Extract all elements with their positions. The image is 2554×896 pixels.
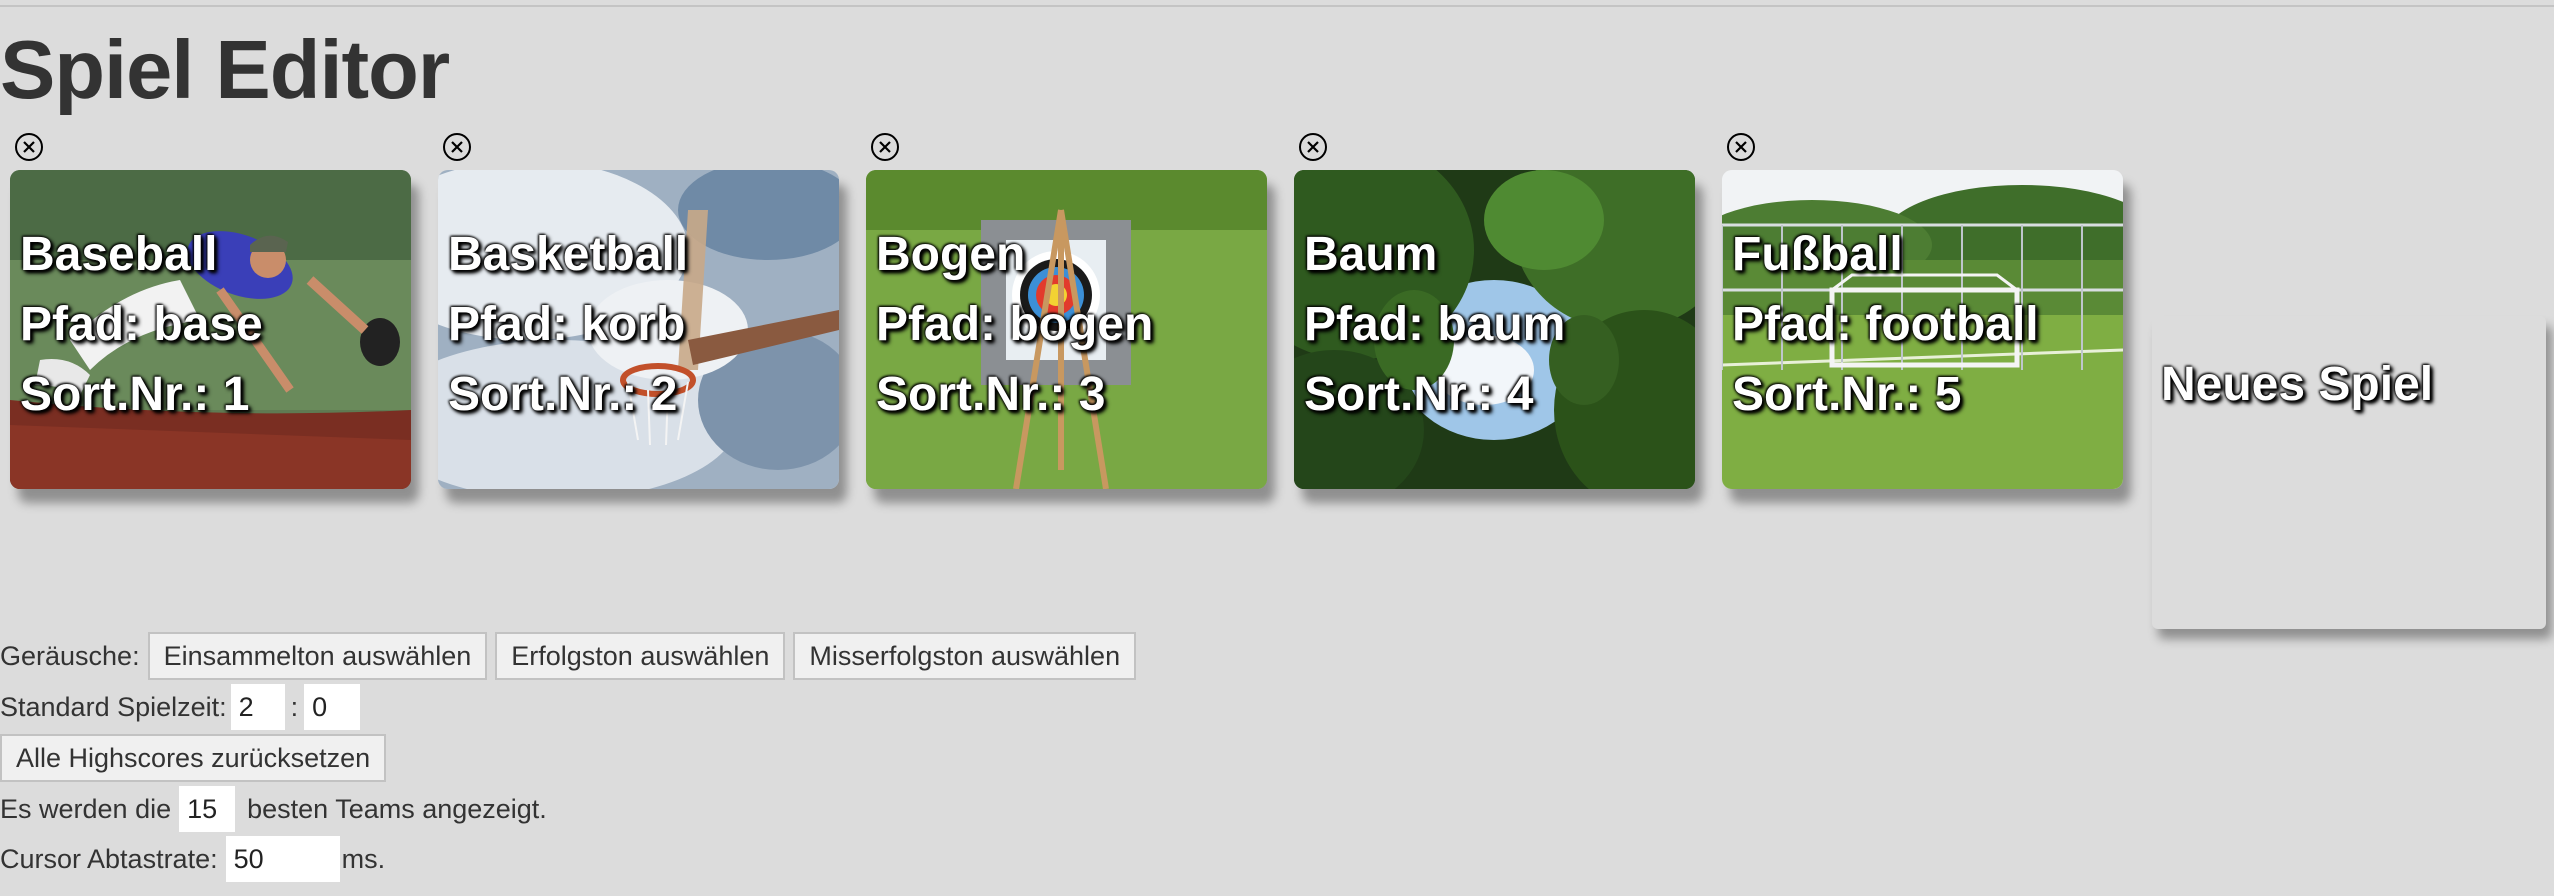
delete-game-button-fussball[interactable] bbox=[1727, 133, 1755, 161]
game-name: Baum bbox=[1304, 228, 1438, 281]
game-path: Pfad: base bbox=[20, 298, 263, 351]
reset-highscores-button[interactable]: Alle Highscores zurücksetzen bbox=[0, 734, 387, 782]
teams-prefix: Es werden die bbox=[0, 793, 172, 824]
delete-game-button-baseball[interactable] bbox=[15, 133, 43, 161]
sounds-label: Geräusche: bbox=[0, 640, 140, 671]
game-sort-number: Sort.Nr.: 3 bbox=[876, 368, 1106, 421]
game-time-row: Standard Spielzeit: : bbox=[0, 683, 361, 731]
close-circle-icon bbox=[1735, 141, 1747, 153]
cursor-rate-input[interactable] bbox=[225, 836, 340, 882]
cursor-unit: ms. bbox=[341, 843, 386, 874]
failure-sound-button[interactable]: Misserfolgston auswählen bbox=[793, 632, 1137, 680]
game-time-label: Standard Spielzeit: bbox=[0, 691, 227, 722]
success-sound-button[interactable]: Erfolgston auswählen bbox=[495, 632, 786, 680]
game-sort-number: Sort.Nr.: 2 bbox=[448, 368, 678, 421]
game-path: Pfad: football bbox=[1732, 298, 2039, 351]
top-divider bbox=[0, 5, 2554, 7]
close-circle-icon bbox=[23, 141, 35, 153]
game-path: Pfad: bogen bbox=[876, 298, 1154, 351]
close-circle-icon bbox=[1307, 141, 1319, 153]
game-card-basketball[interactable]: Basketball Pfad: korb Sort.Nr.: 2 bbox=[438, 170, 839, 489]
game-sort-number: Sort.Nr.: 1 bbox=[20, 368, 250, 421]
game-name: Basketball bbox=[448, 228, 689, 281]
game-name: Baseball bbox=[20, 228, 218, 281]
game-time-seconds-input[interactable] bbox=[304, 684, 361, 730]
delete-game-button-bogen[interactable] bbox=[871, 133, 899, 161]
game-path: Pfad: korb bbox=[448, 298, 686, 351]
game-sort-number: Sort.Nr.: 4 bbox=[1304, 368, 1534, 421]
collect-sound-button[interactable]: Einsammelton auswählen bbox=[147, 632, 488, 680]
page-title: Spiel Editor bbox=[0, 23, 450, 116]
game-card-baum[interactable]: Baum Pfad: baum Sort.Nr.: 4 bbox=[1294, 170, 1695, 489]
game-time-separator: : bbox=[290, 691, 299, 722]
game-sort-number: Sort.Nr.: 5 bbox=[1732, 368, 1962, 421]
game-card-text: Bogen Pfad: bogen Sort.Nr.: 3 bbox=[876, 220, 1153, 430]
game-card-text: Baseball Pfad: base Sort.Nr.: 1 bbox=[20, 220, 263, 430]
teams-suffix: besten Teams angezeigt. bbox=[247, 793, 547, 824]
new-game-label[interactable]: Neues Spiel bbox=[2161, 350, 2433, 420]
cursor-row: Cursor Abtastrate: ms. bbox=[0, 835, 385, 883]
teams-count-input[interactable] bbox=[179, 786, 236, 832]
highscore-row: Alle Highscores zurücksetzen bbox=[0, 733, 387, 783]
cursor-label: Cursor Abtastrate: bbox=[0, 843, 218, 874]
close-circle-icon bbox=[451, 141, 463, 153]
sounds-row: Geräusche: Einsammelton auswählen Erfolg… bbox=[0, 631, 1137, 681]
game-card-text: Basketball Pfad: korb Sort.Nr.: 2 bbox=[448, 220, 688, 430]
delete-game-button-basketball[interactable] bbox=[443, 133, 471, 161]
game-name: Fußball bbox=[1732, 228, 1903, 281]
game-card-fussball[interactable]: Fußball Pfad: football Sort.Nr.: 5 bbox=[1722, 170, 2123, 489]
game-card-text: Fußball Pfad: football Sort.Nr.: 5 bbox=[1732, 220, 2039, 430]
delete-game-button-baum[interactable] bbox=[1299, 133, 1327, 161]
game-name: Bogen bbox=[876, 228, 1026, 281]
game-path: Pfad: baum bbox=[1304, 298, 1566, 351]
close-circle-icon bbox=[879, 141, 891, 153]
game-card-bogen[interactable]: Bogen Pfad: bogen Sort.Nr.: 3 bbox=[866, 170, 1267, 489]
game-time-minutes-input[interactable] bbox=[230, 684, 285, 730]
teams-row: Es werden die besten Teams angezeigt. bbox=[0, 785, 547, 833]
game-card-baseball[interactable]: Baseball Pfad: base Sort.Nr.: 1 bbox=[10, 170, 411, 489]
game-card-text: Baum Pfad: baum Sort.Nr.: 4 bbox=[1304, 220, 1565, 430]
